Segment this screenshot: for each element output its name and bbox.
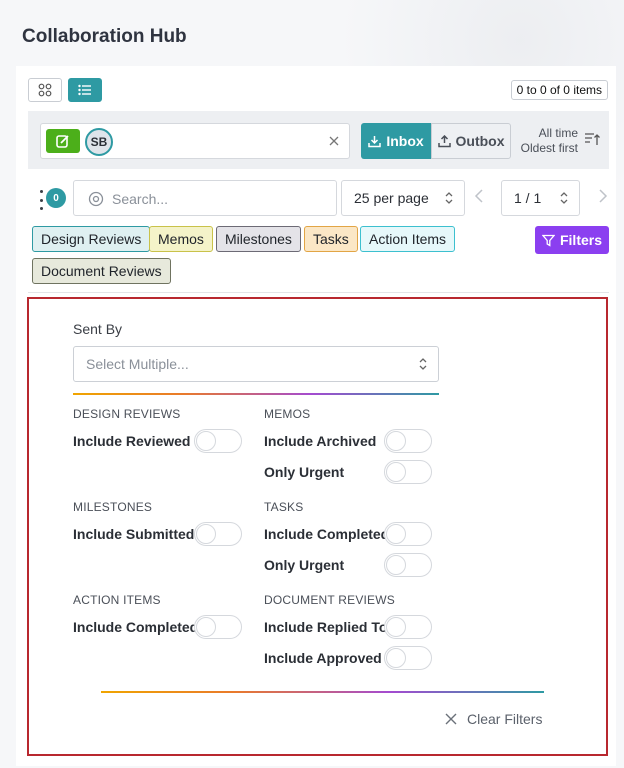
compose-button[interactable]: [46, 129, 80, 153]
filter-icon: [541, 234, 555, 247]
option-label: Include Replied To: [264, 619, 388, 635]
grid-view-button[interactable]: [28, 78, 62, 102]
toggle-action-items-include-completed[interactable]: [194, 615, 242, 639]
recipient-field[interactable]: SB: [40, 123, 350, 159]
download-icon: [368, 135, 382, 147]
chevron-up-down-icon: [445, 192, 453, 204]
option-label: Only Urgent: [264, 464, 345, 480]
next-page-icon[interactable]: [595, 188, 609, 204]
chip-action-items[interactable]: Action Items: [360, 226, 456, 252]
chip-document-reviews[interactable]: Document Reviews: [32, 258, 171, 284]
option-label: Include Archived: [264, 433, 377, 449]
sort-order: Oldest first: [520, 141, 578, 155]
filters-button[interactable]: Filters: [535, 226, 609, 254]
outbox-label: Outbox: [455, 133, 505, 149]
per-page-select[interactable]: 25 per page: [341, 180, 465, 216]
section-design-reviews: DESIGN REVIEWS: [73, 407, 181, 421]
sent-by-placeholder: Select Multiple...: [86, 356, 189, 372]
option-label: Include Approved: [264, 650, 382, 666]
chip-design-reviews[interactable]: Design Reviews: [32, 226, 151, 252]
page-title: Collaboration Hub: [22, 26, 187, 47]
upload-icon: [437, 134, 451, 147]
toggle-include-reviewed[interactable]: [194, 429, 242, 453]
section-milestones: MILESTONES: [73, 500, 153, 514]
filters-label: Filters: [559, 232, 602, 248]
toggle-include-approved[interactable]: [384, 646, 432, 670]
more-options-icon[interactable]: [38, 190, 44, 210]
search-input[interactable]: [112, 189, 332, 209]
previous-page-icon[interactable]: [473, 188, 487, 204]
chip-memos[interactable]: Memos: [149, 226, 213, 252]
divider: [101, 691, 544, 693]
toggle-tasks-include-completed[interactable]: [384, 522, 432, 546]
page-select[interactable]: 1 / 1: [501, 180, 580, 216]
divider: [28, 292, 609, 293]
section-document-reviews: DOCUMENT REVIEWS: [264, 593, 395, 607]
per-page-value: 25 per page: [354, 190, 429, 206]
outbox-button[interactable]: Outbox: [431, 123, 511, 159]
close-icon: [329, 136, 339, 146]
close-icon: [445, 713, 457, 725]
toggle-include-archived[interactable]: [384, 429, 432, 453]
chevron-up-down-icon: [560, 192, 568, 204]
grid-icon: [38, 83, 52, 97]
toggle-memos-only-urgent[interactable]: [384, 460, 432, 484]
active-filter-count: 0: [46, 188, 66, 208]
option-label: Include Completed: [264, 526, 390, 542]
section-action-items: ACTION ITEMS: [73, 593, 161, 607]
recipient-bar: SB Inbox Outbox All time Oldest first: [28, 111, 609, 169]
section-tasks: TASKS: [264, 500, 304, 514]
toggle-include-replied-to[interactable]: [384, 615, 432, 639]
option-label: Include Reviewed: [73, 433, 191, 449]
chip-milestones[interactable]: Milestones: [216, 226, 301, 252]
filter-panel: Sent By Select Multiple... DESIGN REVIEW…: [27, 297, 608, 756]
edit-icon: [56, 135, 69, 148]
inbox-button[interactable]: Inbox: [361, 123, 431, 159]
sort-control[interactable]: All time Oldest first: [514, 126, 578, 156]
toggle-tasks-only-urgent[interactable]: [384, 553, 432, 577]
clear-filters-button[interactable]: Clear Filters: [445, 709, 542, 729]
items-count-badge: 0 to 0 of 0 items: [510, 80, 608, 100]
avatar[interactable]: SB: [85, 128, 113, 156]
divider: [73, 393, 439, 395]
sent-by-label: Sent By: [73, 321, 123, 337]
option-label: Include Submitted: [73, 526, 195, 542]
section-memos: MEMOS: [264, 407, 311, 421]
page-value: 1 / 1: [514, 190, 542, 206]
option-label: Include Completed: [73, 619, 199, 635]
clear-filters-label: Clear Filters: [467, 711, 543, 727]
toggle-include-submitted[interactable]: [194, 522, 242, 546]
list-view-button[interactable]: [68, 78, 102, 102]
search-icon: [88, 191, 104, 207]
chip-tasks[interactable]: Tasks: [304, 226, 358, 252]
clear-recipient-button[interactable]: [325, 132, 343, 150]
sort-range: All time: [538, 126, 578, 140]
sort-icon[interactable]: [584, 131, 600, 147]
inbox-label: Inbox: [386, 133, 424, 149]
chevron-up-down-icon: [419, 358, 427, 370]
sent-by-select[interactable]: Select Multiple...: [73, 346, 439, 382]
option-label: Only Urgent: [264, 557, 345, 573]
list-icon: [78, 84, 91, 96]
search-field[interactable]: [73, 180, 337, 216]
